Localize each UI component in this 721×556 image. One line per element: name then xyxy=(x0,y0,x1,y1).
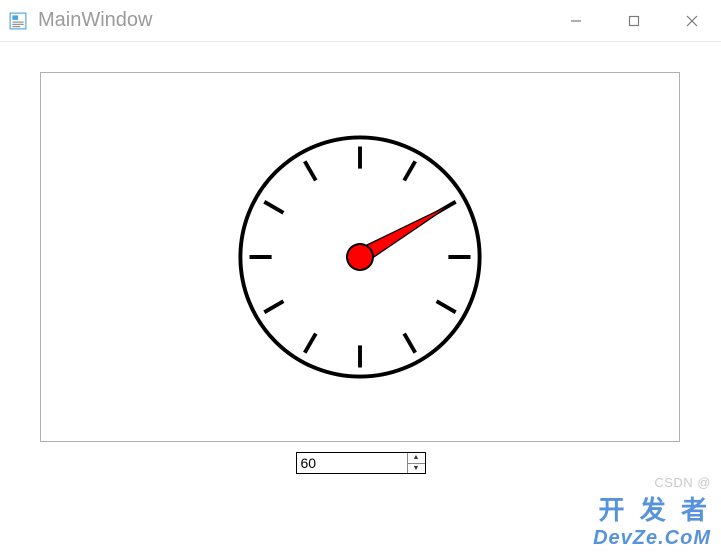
watermark-brand-cn: 开 发 者 xyxy=(593,490,711,527)
close-button[interactable] xyxy=(663,0,721,41)
minimize-button[interactable] xyxy=(547,0,605,41)
window-title: MainWindow xyxy=(38,9,547,32)
maximize-button[interactable] xyxy=(605,0,663,41)
spinbox-buttons: ▲ ▼ xyxy=(407,453,425,473)
app-icon xyxy=(8,11,28,31)
client-area: 60 ▲ ▼ xyxy=(0,42,721,484)
watermark: CSDN @ 开 发 者 DevZe.CoM xyxy=(593,475,711,550)
value-spinbox[interactable]: 60 ▲ ▼ xyxy=(296,452,426,474)
watermark-brand-en: DevZe.CoM xyxy=(593,527,711,550)
window-titlebar: MainWindow xyxy=(0,0,721,42)
spinbox-row: 60 ▲ ▼ xyxy=(40,452,681,474)
gauge-widget xyxy=(230,127,490,387)
spinbox-down-button[interactable]: ▼ xyxy=(408,464,425,474)
spinbox-up-button[interactable]: ▲ xyxy=(408,453,425,464)
window-controls xyxy=(547,0,721,41)
gauge-frame xyxy=(40,72,680,442)
spinbox-value[interactable]: 60 xyxy=(297,453,407,473)
